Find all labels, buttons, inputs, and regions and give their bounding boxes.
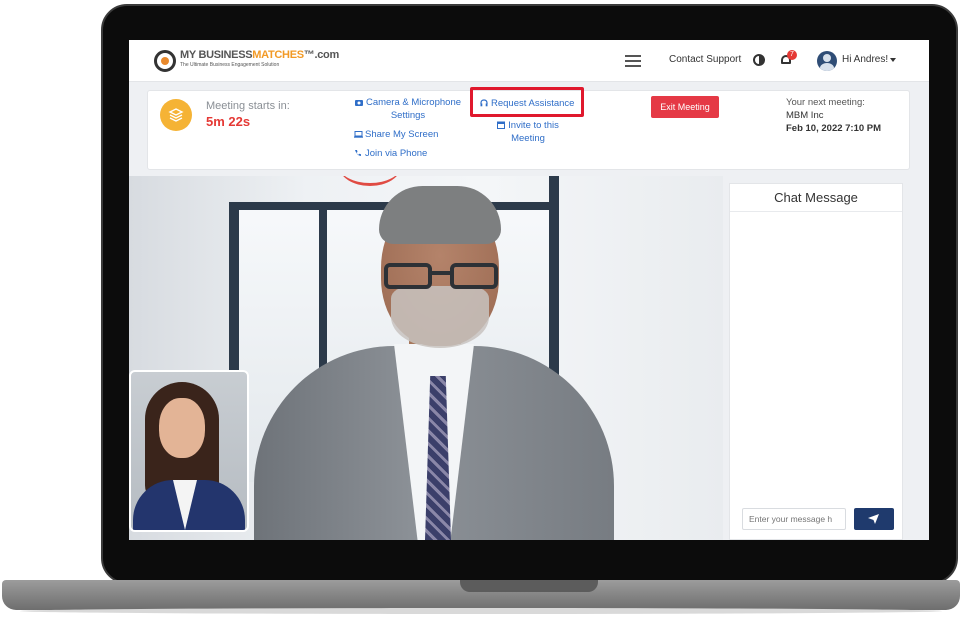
chat-title: Chat Message (730, 184, 902, 212)
share-screen-link[interactable]: Share My Screen (354, 128, 438, 141)
top-navbar: MY BUSINESSMATCHES™.com The Ultimate Bus… (129, 40, 929, 82)
self-face (159, 398, 205, 458)
logo-mark-icon (154, 50, 176, 72)
laptop-icon (354, 129, 363, 138)
phone-icon (354, 148, 362, 156)
glasses-icon (384, 263, 504, 293)
person-beard (391, 286, 489, 348)
next-meeting-date: Feb 10, 2022 7:10 PM (786, 123, 882, 134)
camera-icon (354, 97, 363, 106)
logo-wordmark: MY BUSINESSMATCHES™.com (180, 49, 339, 61)
next-meeting-label: Your next meeting: (786, 97, 865, 108)
meeting-starts-label: Meeting starts in: (206, 100, 290, 112)
logo-tagline: The Ultimate Business Engagement Solutio… (180, 62, 280, 68)
contact-support-link[interactable]: Contact Support (669, 54, 741, 65)
app-screen: MY BUSINESSMATCHES™.com The Ultimate Bus… (129, 40, 929, 540)
headset-icon (480, 98, 488, 107)
brand-logo[interactable]: MY BUSINESSMATCHES™.com The Ultimate Bus… (154, 49, 339, 73)
send-message-button[interactable] (854, 508, 894, 530)
caret-down-icon[interactable] (890, 58, 896, 62)
hamburger-menu-icon[interactable] (625, 55, 641, 67)
person-hair (379, 186, 501, 244)
self-video-thumbnail[interactable] (129, 370, 249, 532)
layers-icon (160, 99, 192, 131)
join-via-phone-link[interactable]: Join via Phone (354, 147, 427, 160)
decorative-arc (339, 176, 401, 186)
meeting-countdown: 5m 22s (206, 114, 251, 129)
contrast-toggle-icon[interactable] (753, 54, 765, 66)
exit-meeting-button[interactable]: Exit Meeting (651, 96, 719, 118)
next-meeting-company: MBM Inc (786, 110, 824, 121)
laptop-shadow (20, 608, 942, 614)
meeting-info-bar: Meeting starts in: 5m 22s Camera & Micro… (147, 87, 910, 170)
chat-message-input[interactable] (742, 508, 846, 530)
user-avatar[interactable] (817, 51, 837, 71)
request-assistance-link[interactable]: Request Assistance (480, 97, 574, 110)
laptop-notch (460, 580, 598, 592)
invite-to-meeting-link[interactable]: Invite to this Meeting (483, 119, 573, 145)
calendar-icon (497, 120, 506, 129)
paper-plane-icon (868, 514, 879, 524)
chat-panel: Chat Message (729, 183, 903, 540)
camera-microphone-settings-link[interactable]: Camera & Microphone Settings (353, 96, 463, 122)
user-menu-toggle[interactable]: Hi Andres! (842, 54, 888, 65)
notification-count-badge: 7 (787, 50, 797, 60)
